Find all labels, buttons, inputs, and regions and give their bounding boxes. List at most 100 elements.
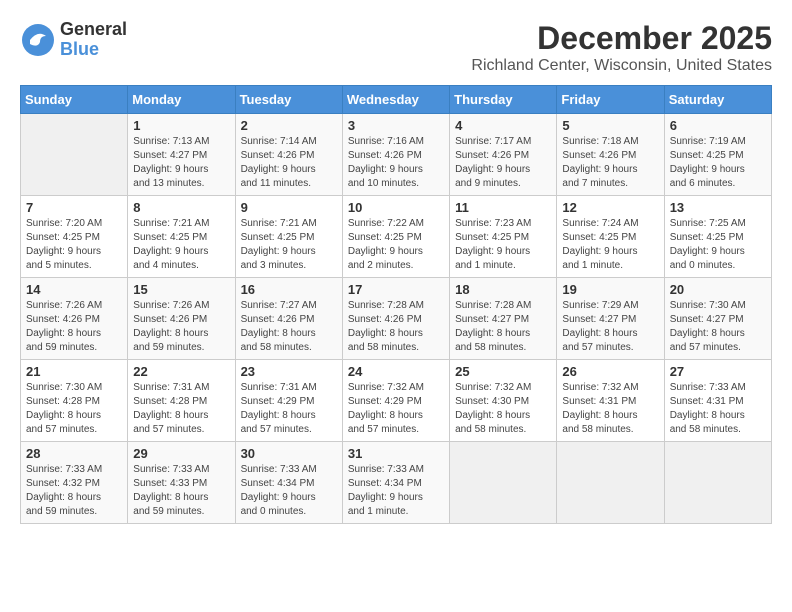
calendar-cell: 13Sunrise: 7:25 AM Sunset: 4:25 PM Dayli… [664,196,771,278]
header-day-thursday: Thursday [450,86,557,114]
calendar-cell: 19 Sunrise: 7:29 AM Sunset: 4:27 PM Dayli… [557,278,664,360]
day-number: 29 [133,446,229,461]
calendar-cell: 24 Sunrise: 7:32 AM Sunset: 4:29 PM Dayli… [342,360,449,442]
header-row: SundayMondayTuesdayWednesdayThursdayFrid… [21,86,772,114]
day-info: Sunrise: 7:25 AM Sunset: 4:25 PM Dayligh… [670,217,766,273]
calendar-week-3: 14 Sunrise: 7:26 AM Sunset: 4:26 PM Dayli… [21,278,772,360]
calendar-cell: 5Sunrise: 7:18 AM Sunset: 4:26 PM Daylig… [557,114,664,196]
calendar-cell: 16 Sunrise: 7:27 AM Sunset: 4:26 PM Dayli… [235,278,342,360]
day-info: Sunrise: 7:30 AM Sunset: 4:27 PM Dayligh… [670,299,766,355]
day-number: 31 [348,446,444,461]
logo-text: General Blue [60,20,127,60]
day-info: Sunrise: 7:26 AM Sunset: 4:26 PM Dayligh… [26,299,122,355]
day-info: Sunrise: 7:22 AM Sunset: 4:25 PM Dayligh… [348,217,444,273]
header-day-sunday: Sunday [21,86,128,114]
calendar-cell: 20 Sunrise: 7:30 AM Sunset: 4:27 PM Dayli… [664,278,771,360]
day-info: Sunrise: 7:31 AM Sunset: 4:29 PM Dayligh… [241,381,337,437]
calendar-cell: 30 Sunrise: 7:33 AM Sunset: 4:34 PM Dayli… [235,442,342,524]
calendar-table: SundayMondayTuesdayWednesdayThursdayFrid… [20,85,772,524]
calendar-cell: 9 Sunrise: 7:21 AM Sunset: 4:25 PM Daylig… [235,196,342,278]
calendar-cell: 7Sunrise: 7:20 AM Sunset: 4:25 PM Daylig… [21,196,128,278]
calendar-cell: 12Sunrise: 7:24 AM Sunset: 4:25 PM Dayli… [557,196,664,278]
calendar-cell: 3Sunrise: 7:16 AM Sunset: 4:26 PM Daylig… [342,114,449,196]
day-info: Sunrise: 7:20 AM Sunset: 4:25 PM Dayligh… [26,217,122,273]
day-info: Sunrise: 7:33 AM Sunset: 4:32 PM Dayligh… [26,463,122,519]
calendar-week-2: 7Sunrise: 7:20 AM Sunset: 4:25 PM Daylig… [21,196,772,278]
calendar-cell: 14 Sunrise: 7:26 AM Sunset: 4:26 PM Dayli… [21,278,128,360]
day-number: 2 [241,118,337,133]
day-number: 4 [455,118,551,133]
calendar-cell: 17Sunrise: 7:28 AM Sunset: 4:26 PM Dayli… [342,278,449,360]
day-info: Sunrise: 7:21 AM Sunset: 4:25 PM Dayligh… [241,217,337,273]
day-number: 14 [26,282,122,297]
logo: General Blue [20,20,127,60]
day-info: Sunrise: 7:29 AM Sunset: 4:27 PM Dayligh… [562,299,658,355]
day-info: Sunrise: 7:18 AM Sunset: 4:26 PM Dayligh… [562,135,658,191]
title-section: December 2025 Richland Center, Wisconsin… [471,20,772,75]
day-info: Sunrise: 7:13 AM Sunset: 4:27 PM Dayligh… [133,135,229,191]
month-year-title: December 2025 [471,20,772,57]
calendar-cell: 26 Sunrise: 7:32 AM Sunset: 4:31 PM Dayli… [557,360,664,442]
day-number: 22 [133,364,229,379]
day-info: Sunrise: 7:33 AM Sunset: 4:34 PM Dayligh… [348,463,444,519]
header-day-saturday: Saturday [664,86,771,114]
day-number: 26 [562,364,658,379]
day-number: 21 [26,364,122,379]
calendar-cell: 4Sunrise: 7:17 AM Sunset: 4:26 PM Daylig… [450,114,557,196]
calendar-cell: 1Sunrise: 7:13 AM Sunset: 4:27 PM Daylig… [128,114,235,196]
day-info: Sunrise: 7:21 AM Sunset: 4:25 PM Dayligh… [133,217,229,273]
day-info: Sunrise: 7:32 AM Sunset: 4:31 PM Dayligh… [562,381,658,437]
day-number: 19 [562,282,658,297]
day-number: 24 [348,364,444,379]
header-day-monday: Monday [128,86,235,114]
calendar-cell: 25Sunrise: 7:32 AM Sunset: 4:30 PM Dayli… [450,360,557,442]
day-info: Sunrise: 7:26 AM Sunset: 4:26 PM Dayligh… [133,299,229,355]
day-number: 10 [348,200,444,215]
calendar-cell: 8 Sunrise: 7:21 AM Sunset: 4:25 PM Daylig… [128,196,235,278]
day-info: Sunrise: 7:33 AM Sunset: 4:34 PM Dayligh… [241,463,337,519]
day-info: Sunrise: 7:32 AM Sunset: 4:29 PM Dayligh… [348,381,444,437]
day-number: 20 [670,282,766,297]
page-header: General Blue December 2025 Richland Cent… [20,20,772,75]
day-number: 11 [455,200,551,215]
day-info: Sunrise: 7:27 AM Sunset: 4:26 PM Dayligh… [241,299,337,355]
calendar-week-5: 28 Sunrise: 7:33 AM Sunset: 4:32 PM Dayli… [21,442,772,524]
calendar-cell [557,442,664,524]
logo-blue-label: Blue [60,40,127,60]
calendar-cell: 21 Sunrise: 7:30 AM Sunset: 4:28 PM Dayli… [21,360,128,442]
calendar-cell: 15 Sunrise: 7:26 AM Sunset: 4:26 PM Dayli… [128,278,235,360]
day-info: Sunrise: 7:31 AM Sunset: 4:28 PM Dayligh… [133,381,229,437]
day-number: 28 [26,446,122,461]
calendar-cell [21,114,128,196]
day-info: Sunrise: 7:24 AM Sunset: 4:25 PM Dayligh… [562,217,658,273]
day-number: 27 [670,364,766,379]
logo-general-label: General [60,20,127,40]
calendar-cell: 2Sunrise: 7:14 AM Sunset: 4:26 PM Daylig… [235,114,342,196]
calendar-cell: 27Sunrise: 7:33 AM Sunset: 4:31 PM Dayli… [664,360,771,442]
day-info: Sunrise: 7:19 AM Sunset: 4:25 PM Dayligh… [670,135,766,191]
location-label: Richland Center, Wisconsin, United State… [471,57,772,75]
logo-icon [20,22,56,58]
calendar-cell [664,442,771,524]
day-info: Sunrise: 7:28 AM Sunset: 4:27 PM Dayligh… [455,299,551,355]
day-number: 16 [241,282,337,297]
calendar-cell: 22 Sunrise: 7:31 AM Sunset: 4:28 PM Dayli… [128,360,235,442]
header-day-wednesday: Wednesday [342,86,449,114]
day-number: 9 [241,200,337,215]
day-info: Sunrise: 7:23 AM Sunset: 4:25 PM Dayligh… [455,217,551,273]
day-number: 15 [133,282,229,297]
calendar-cell: 18Sunrise: 7:28 AM Sunset: 4:27 PM Dayli… [450,278,557,360]
calendar-body: 1Sunrise: 7:13 AM Sunset: 4:27 PM Daylig… [21,114,772,524]
calendar-week-1: 1Sunrise: 7:13 AM Sunset: 4:27 PM Daylig… [21,114,772,196]
day-info: Sunrise: 7:32 AM Sunset: 4:30 PM Dayligh… [455,381,551,437]
calendar-cell: 29Sunrise: 7:33 AM Sunset: 4:33 PM Dayli… [128,442,235,524]
calendar-cell: 28 Sunrise: 7:33 AM Sunset: 4:32 PM Dayli… [21,442,128,524]
calendar-cell [450,442,557,524]
day-number: 6 [670,118,766,133]
header-day-tuesday: Tuesday [235,86,342,114]
calendar-cell: 10 Sunrise: 7:22 AM Sunset: 4:25 PM Dayli… [342,196,449,278]
day-info: Sunrise: 7:30 AM Sunset: 4:28 PM Dayligh… [26,381,122,437]
day-number: 8 [133,200,229,215]
calendar-cell: 23Sunrise: 7:31 AM Sunset: 4:29 PM Dayli… [235,360,342,442]
day-number: 30 [241,446,337,461]
